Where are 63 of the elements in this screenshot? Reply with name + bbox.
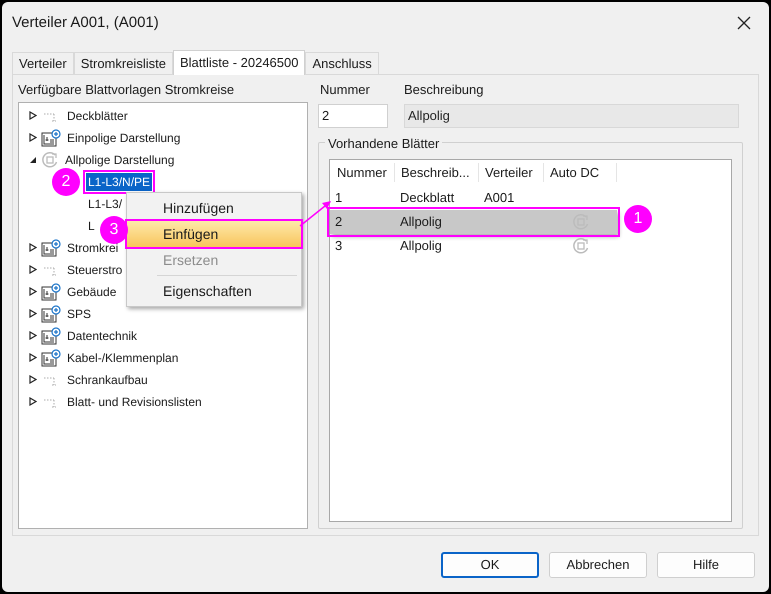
collapse-icon[interactable] <box>29 156 37 164</box>
menu-item[interactable]: Einfügen <box>127 221 301 247</box>
column-header[interactable]: Beschreib... <box>395 162 479 182</box>
expand-icon[interactable] <box>29 243 37 252</box>
dialog-button[interactable]: Hilfe <box>657 552 755 578</box>
sheet-plus-icon <box>41 282 61 300</box>
number-field[interactable]: 2 <box>318 104 388 128</box>
expand-icon[interactable] <box>29 133 37 142</box>
close-icon[interactable] <box>737 16 751 30</box>
table-cell-text: Allpolig <box>399 236 443 255</box>
column-header[interactable]: Auto DC <box>544 162 617 182</box>
table-cell-text: 1 <box>334 188 344 207</box>
expand-icon[interactable] <box>29 331 37 340</box>
expand-icon[interactable] <box>29 265 37 274</box>
dialog-button[interactable]: Abbrechen <box>549 552 647 578</box>
tree-label: Verfügbare Blattvorlagen Stromkreise <box>18 81 236 99</box>
column-header[interactable]: Nummer <box>330 162 395 182</box>
tree-item[interactable]: Schrankaufbau <box>67 370 148 388</box>
tree-item[interactable]: Datentechnik <box>67 326 138 344</box>
menu-item[interactable]: Hinzufügen <box>127 195 301 221</box>
tree-item[interactable]: L <box>86 216 97 234</box>
sheet-row[interactable]: 1 Deckblatt A001 <box>330 186 617 210</box>
tree-item[interactable]: Deckblätter <box>67 106 128 124</box>
tab[interactable]: Anschluss <box>305 52 379 74</box>
sheet-plus-icon <box>41 326 61 344</box>
tree-item[interactable]: Kabel-/Klemmenplan <box>67 348 178 366</box>
field-label: Nummer <box>320 81 371 99</box>
table-cell-text: 2 <box>334 212 344 231</box>
menu-item[interactable]: Eigenschaften <box>127 278 301 304</box>
table-cell: A001 <box>484 190 514 205</box>
tree-item[interactable]: Steuerstro <box>67 260 122 278</box>
tree-item[interactable]: Blatt- und Revisionslisten <box>67 392 202 410</box>
tree-item[interactable]: Einpolige Darstellung <box>67 128 180 146</box>
sheet-plus-icon <box>41 304 61 322</box>
table-cell-text: Allpolig <box>399 212 443 231</box>
field-label: Beschreibung <box>404 81 484 99</box>
tab[interactable]: Verteiler <box>12 52 74 74</box>
window-title: Verteiler A001, (A001) <box>12 12 160 33</box>
expand-icon[interactable] <box>29 309 37 318</box>
expand-icon[interactable] <box>29 397 37 406</box>
circular-sheet-icon <box>572 236 590 254</box>
tree-item[interactable]: Gebäude <box>67 282 116 300</box>
table-cell-text: 3 <box>334 236 344 255</box>
sheet-plus-icon <box>41 348 61 366</box>
tab[interactable]: Stromkreisliste <box>74 52 173 74</box>
expand-icon[interactable] <box>29 111 37 120</box>
dialog-button[interactable]: OK <box>441 552 539 578</box>
sheet-row[interactable]: 2 Allpolig <box>330 210 617 234</box>
circular-sheet-icon <box>41 150 59 168</box>
sheet-plus-icon <box>41 128 61 146</box>
table-cell-text: Deckblatt <box>399 188 456 207</box>
tree-item[interactable]: L1-L3/N/PE <box>86 172 152 190</box>
tab[interactable]: Blattliste - 20246500 <box>172 50 306 75</box>
tree-item[interactable]: SPS <box>67 304 92 322</box>
arrow <box>298 198 334 228</box>
sheet-row[interactable]: 3 Allpolig <box>330 234 617 258</box>
expand-icon[interactable] <box>29 353 37 362</box>
expand-icon[interactable] <box>29 375 37 384</box>
expand-icon[interactable] <box>29 287 37 296</box>
tree-item[interactable]: L1-L3/ <box>86 194 124 212</box>
sheet-plus-icon <box>41 238 61 256</box>
column-header[interactable]: Verteiler <box>479 162 544 182</box>
tree-item[interactable]: Allpolige Darstellung <box>65 150 174 168</box>
